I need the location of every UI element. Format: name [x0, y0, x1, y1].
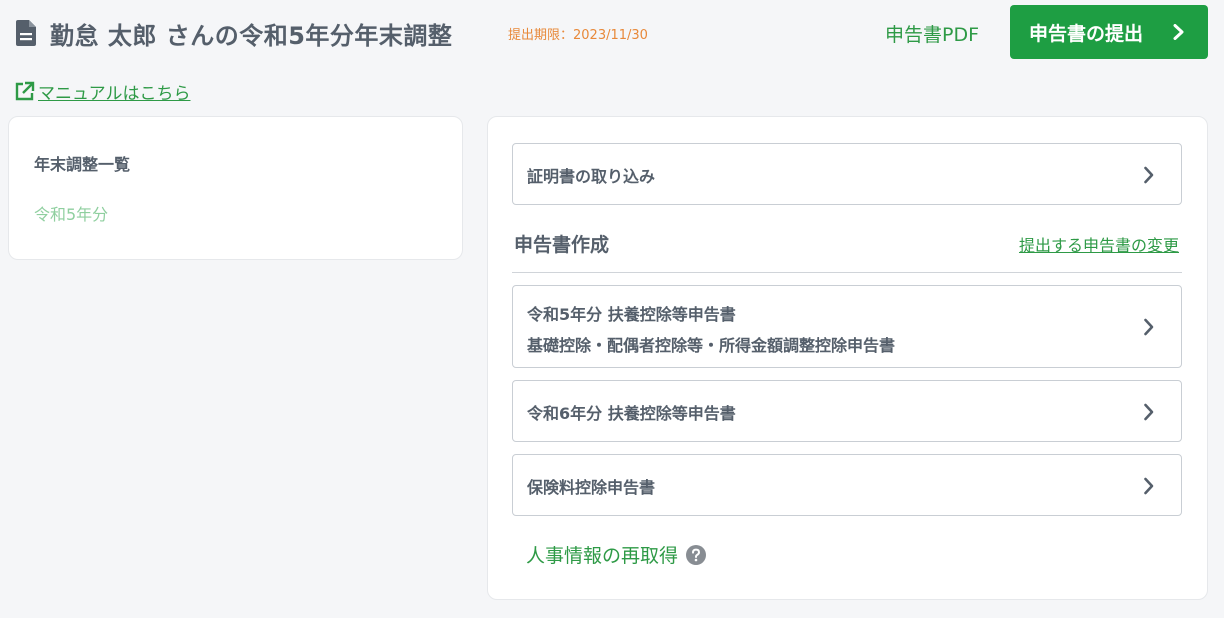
form-row-title: 保険料控除申告書	[527, 478, 656, 497]
manual-link-label: マニュアルはこちら	[38, 83, 191, 104]
question-circle-icon[interactable]	[686, 544, 707, 565]
chevron-right-icon	[1144, 318, 1154, 336]
deadline-text: 提出期限：2023/11/30	[508, 28, 648, 43]
chevron-right-icon	[1144, 166, 1154, 184]
submit-button-label: 申告書の提出	[1029, 22, 1144, 45]
refetch-hr-info-link[interactable]: 人事情報の再取得	[526, 541, 707, 568]
submit-button[interactable]: 申告書の提出	[1010, 5, 1208, 59]
import-certificates-label: 証明書の取り込み	[527, 167, 656, 186]
chevron-right-icon	[1173, 24, 1184, 40]
form-row-title: 令和5年分 扶養控除等申告書	[527, 305, 736, 324]
chevron-right-icon	[1144, 477, 1154, 495]
divider	[512, 272, 1182, 273]
chevron-right-icon	[1144, 403, 1154, 421]
change-forms-link[interactable]: 提出する申告書の変更	[1019, 232, 1179, 256]
form-row-title: 令和6年分 扶養控除等申告書	[527, 404, 736, 423]
document-icon	[16, 20, 36, 46]
year-end-list-title: 年末調整一覧	[34, 155, 131, 174]
manual-link[interactable]: マニュアルはこちら	[14, 80, 191, 104]
forms-card: 証明書の取り込み 申告書作成 提出する申告書の変更 令和5年分 扶養控除等申告書…	[487, 116, 1208, 600]
external-link-icon	[15, 81, 35, 100]
form-row-subtitle: 基礎控除・配偶者控除等・所得金額調整控除申告書	[527, 336, 896, 355]
page-title: 勤怠 太郎 さんの令和5年分年末調整	[50, 22, 453, 50]
form-row-dependent-2023[interactable]: 令和5年分 扶養控除等申告書 基礎控除・配偶者控除等・所得金額調整控除申告書	[512, 285, 1182, 368]
form-row-insurance[interactable]: 保険料控除申告書	[512, 454, 1182, 516]
refetch-hr-info-label: 人事情報の再取得	[526, 545, 679, 567]
section-heading: 申告書作成	[514, 234, 610, 256]
import-certificates-row[interactable]: 証明書の取り込み	[512, 143, 1182, 205]
form-row-dependent-2024[interactable]: 令和6年分 扶養控除等申告書	[512, 380, 1182, 442]
year-end-list-card: 年末調整一覧 令和5年分	[8, 116, 463, 260]
page-header: 勤怠 太郎 さんの令和5年分年末調整 提出期限：2023/11/30 申告書PD…	[0, 0, 1224, 70]
pdf-link[interactable]: 申告書PDF	[885, 20, 979, 47]
year-list-item[interactable]: 令和5年分	[34, 201, 108, 225]
